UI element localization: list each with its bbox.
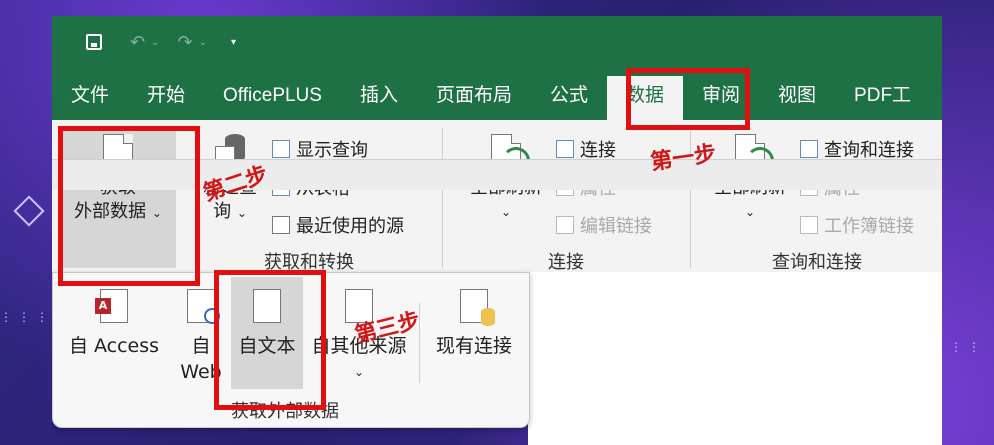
access-icon: A [95,289,128,323]
from-web-label-1: 自 [191,335,211,357]
get-external-data-button[interactable]: 获取 外部数据 ⌄ [60,128,176,268]
chevron-down-icon: ⌄ [744,205,756,219]
chevron-down-icon: ⌄ [236,206,247,220]
chevron-down-icon: ⌄ [500,205,512,219]
group-separator [690,128,691,268]
table-icon [272,140,290,158]
recent-source-icon [272,216,290,234]
redo-dropdown-icon[interactable]: ⌄ [199,37,207,48]
worksheet-area[interactable] [528,272,942,445]
column-headers [52,159,942,190]
from-web-button[interactable]: 自 Web [175,283,227,385]
other-sources-icon [345,289,373,323]
group-label-queries-connections: 查询和连接 [772,252,862,273]
tab-review[interactable]: 审阅 [683,76,759,120]
undo-dropdown-icon[interactable]: ⌄ [151,37,159,48]
existing-connections-icon [460,289,495,326]
edit-links-button[interactable]: 编辑链接 [556,212,652,238]
dots-decoration-left: ⋮⋮⋮ [0,310,54,324]
tab-pdf[interactable]: PDF工 [835,76,930,120]
new-query-label-2: 询 [213,201,232,222]
edit-links-label: 编辑链接 [580,216,652,237]
from-access-label: 自 Access [68,335,160,357]
tab-view[interactable]: 视图 [759,76,835,120]
dropdown-group-label: 获取外部数据 [231,401,339,422]
tab-insert[interactable]: 插入 [341,76,417,120]
chevron-down-icon: ⌄ [353,365,365,379]
group-label-get-transform: 获取和转换 [264,252,354,273]
queries-icon [800,140,818,158]
customize-qat-icon[interactable]: ▾ [231,37,236,48]
get-external-data-dropdown: A 自 Access 自 Web 自文本 自其他来源 ⌄ 现有连接 获取外部数据 [52,272,530,428]
get-external-label-2: 外部数据 [74,201,147,222]
web-icon [187,289,220,324]
tab-formulas[interactable]: 公式 [531,76,607,120]
text-file-icon [253,289,281,323]
connections-icon [556,140,574,158]
chevron-down-icon: ⌄ [151,206,162,220]
workbook-links-button[interactable]: 工作簿链接 [800,212,914,238]
from-text-label: 自文本 [238,335,296,357]
tab-home[interactable]: 开始 [128,76,204,120]
from-access-button[interactable]: A 自 Access [65,283,163,359]
from-other-label: 自其他来源 [311,335,407,357]
from-text-button[interactable]: 自文本 [231,277,303,389]
tab-data[interactable]: 数据 [607,76,684,120]
quick-access-toolbar: ↶ ⌄ ↷ ⌄ ▾ [52,16,942,68]
existing-connections-button[interactable]: 现有连接 [427,283,521,359]
excel-window: ↶ ⌄ ↷ ⌄ ▾ 文件 开始 OfficePLUS 插入 页面布局 公式 数据… [52,16,942,445]
group-label-connections: 连接 [548,252,584,273]
from-other-sources-button[interactable]: 自其他来源 ⌄ [307,283,411,385]
tab-page-layout[interactable]: 页面布局 [417,76,531,120]
group-separator [442,128,443,268]
ribbon-panel: 获取 外部数据 ⌄ 新建查 询 ⌄ 显示查询 从表格 最近使用的源 获取和转换 [52,120,942,273]
existing-connections-label: 现有连接 [435,335,512,357]
redo-icon[interactable]: ↷ [177,32,192,53]
from-web-label-2: Web [180,361,222,383]
recent-sources-button[interactable]: 最近使用的源 [272,212,404,238]
workbook-links-label: 工作簿链接 [824,216,914,237]
dropdown-separator [419,303,420,383]
save-icon[interactable] [86,34,102,50]
edit-links-icon [556,216,574,234]
workbook-links-icon [800,216,818,234]
ribbon-tabs: 文件 开始 OfficePLUS 插入 页面布局 公式 数据 审阅 视图 PDF… [52,68,942,120]
tab-officeplus[interactable]: OfficePLUS [204,76,341,120]
tab-file[interactable]: 文件 [52,76,128,120]
recent-sources-label: 最近使用的源 [296,216,404,237]
undo-icon[interactable]: ↶ [130,32,145,53]
